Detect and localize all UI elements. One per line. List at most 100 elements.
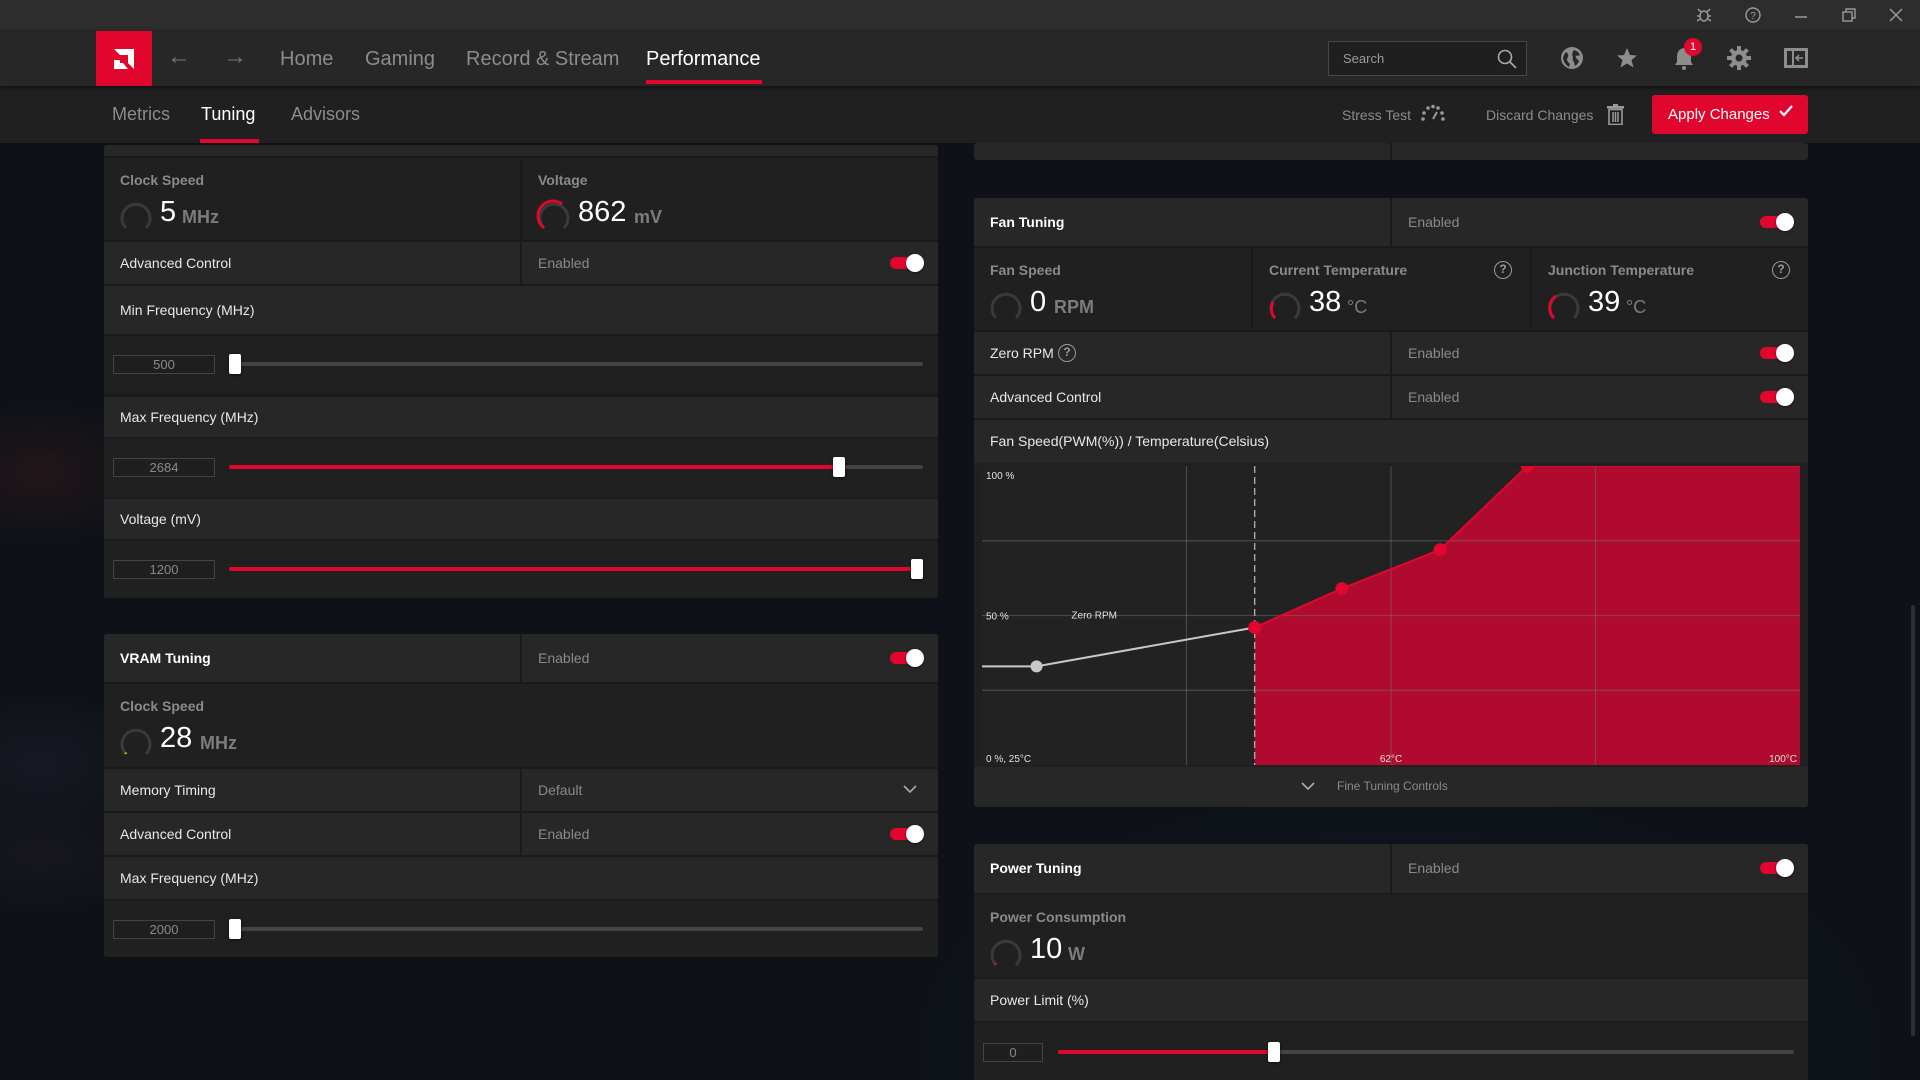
slider-thumb[interactable]: [229, 919, 241, 939]
fan-advanced-control-label: Advanced Control: [990, 389, 1102, 405]
power-title-cell: Power Tuning: [974, 844, 1390, 893]
voltage-mv-input[interactable]: 1200: [113, 560, 215, 579]
restore-icon[interactable]: [1838, 4, 1860, 26]
slider-thumb[interactable]: [229, 354, 241, 374]
current-temperature-help-icon[interactable]: ?: [1494, 261, 1512, 279]
power-limit-label-row: Power Limit (%): [974, 979, 1808, 1021]
fan-curve-point-1[interactable]: [1248, 620, 1262, 634]
fan-metrics-row: Fan Speed 0 RPM Current Temperature ? 38…: [974, 248, 1808, 330]
vram-advanced-control-state: Enabled: [538, 826, 590, 842]
stress-test-gauge-icon[interactable]: [1420, 104, 1446, 127]
vram-clock-speed-unit: MHz: [200, 733, 237, 753]
slider-thumb[interactable]: [832, 457, 845, 477]
trash-icon[interactable]: [1607, 104, 1624, 130]
vram-max-frequency-slider[interactable]: [229, 919, 923, 939]
vram-max-frequency-input[interactable]: 2000: [113, 920, 215, 939]
nav-gaming[interactable]: Gaming: [365, 44, 435, 74]
minimize-icon[interactable]: [1790, 4, 1812, 26]
junction-temperature-help-icon[interactable]: ?: [1772, 261, 1790, 279]
globe-icon[interactable]: [1558, 44, 1586, 72]
max-frequency-slider[interactable]: [229, 457, 923, 477]
min-frequency-input[interactable]: 500: [113, 355, 215, 374]
fine-tuning-controls-toggle[interactable]: Fine Tuning Controls: [974, 767, 1808, 807]
memory-timing-dropdown[interactable]: Default: [522, 769, 938, 811]
nav-record-stream[interactable]: Record & Stream: [466, 44, 619, 74]
fan-advanced-control-toggle[interactable]: [1760, 388, 1794, 406]
vram-tuning-toggle[interactable]: [890, 649, 924, 667]
amd-logo[interactable]: [96, 31, 152, 86]
current-temperature-value: 38: [1309, 286, 1342, 318]
voltage-slider-row: 1200: [104, 541, 938, 598]
search-input[interactable]: Search: [1328, 41, 1527, 76]
tab-metrics[interactable]: Metrics: [112, 104, 170, 125]
power-limit-slider[interactable]: [1058, 1042, 1794, 1062]
sidebar-toggle-icon[interactable]: [1782, 44, 1810, 72]
zero-rpm-help-icon[interactable]: ?: [1058, 344, 1076, 362]
gpu-advanced-control-toggle[interactable]: [890, 254, 924, 272]
gpu-advanced-control-state: Enabled: [538, 255, 590, 271]
voltage-mv-slider[interactable]: [229, 559, 923, 579]
fan-curve-chart[interactable]: 100 % 50 % 0 %, 25°C 62°C 100°C Zero RPM: [982, 466, 1800, 765]
min-frequency-slider[interactable]: [229, 354, 923, 374]
discard-changes-button[interactable]: Discard Changes: [1486, 107, 1593, 123]
checkmark-icon: [1778, 104, 1794, 123]
junction-temperature-unit: °C: [1626, 297, 1647, 317]
max-frequency-slider-row: 2684: [104, 439, 938, 497]
favorites-star-icon[interactable]: [1613, 44, 1641, 72]
vram-adv-value-cell: Enabled: [522, 813, 938, 855]
current-temperature-label: Current Temperature: [1269, 262, 1408, 278]
nav-home[interactable]: Home: [280, 44, 333, 74]
min-frequency-label-row: Min Frequency (MHz): [104, 286, 938, 334]
junction-temperature-label: Junction Temperature: [1548, 262, 1694, 278]
nav-performance[interactable]: Performance: [646, 44, 761, 74]
help-icon[interactable]: ?: [1742, 4, 1764, 26]
zero-rpm-toggle[interactable]: [1760, 344, 1794, 362]
voltage-label-row: Voltage (mV): [104, 499, 938, 539]
power-tuning-toggle[interactable]: [1760, 859, 1794, 877]
gpu-clock-speed-value: 5: [160, 196, 177, 228]
fan-curve-point-2[interactable]: [1335, 582, 1349, 596]
current-temperature-unit: °C: [1347, 297, 1368, 317]
fan-curve-point-3[interactable]: [1433, 543, 1447, 557]
junction-temperature-card: Junction Temperature ? 39 °C: [1532, 248, 1808, 330]
slider-thumb[interactable]: [1267, 1042, 1280, 1062]
forward-arrow-icon[interactable]: →: [222, 44, 248, 70]
vram-max-frequency-slider-row: 2000: [104, 901, 938, 957]
fan-chart-row: 100 % 50 % 0 %, 25°C 62°C 100°C Zero RPM: [974, 463, 1808, 767]
toggle-knob: [906, 825, 924, 843]
power-limit-input[interactable]: 0: [983, 1043, 1043, 1062]
fan-speed-value: 0: [1030, 286, 1047, 318]
back-arrow-icon[interactable]: ←: [166, 44, 192, 70]
fan-header-row: Fan Tuning Enabled: [974, 198, 1808, 246]
junction-temperature-gauge: [1548, 292, 1580, 320]
vram-tuning-panel: VRAM Tuning Enabled Clock Speed 28 MHz M…: [104, 634, 938, 957]
tab-advisors[interactable]: Advisors: [291, 104, 360, 125]
toggle-knob: [1776, 388, 1794, 406]
stress-test-button[interactable]: Stress Test: [1342, 107, 1411, 123]
settings-gear-icon[interactable]: [1725, 44, 1753, 72]
clock-speed-gauge: [120, 202, 152, 230]
tab-active-indicator: [200, 139, 259, 143]
fan-speed-gauge: [990, 292, 1022, 320]
fan-adv-value-cell: Enabled: [1392, 376, 1808, 418]
slider-thumb[interactable]: [911, 559, 923, 579]
fan-curve-point-zero-rpm[interactable]: [1030, 660, 1043, 673]
power-limit-label: Power Limit (%): [990, 992, 1089, 1008]
vram-clock-row: Clock Speed 28 MHz: [104, 684, 938, 767]
power-consumption-label: Power Consumption: [990, 909, 1127, 925]
vram-advanced-control-toggle[interactable]: [890, 825, 924, 843]
bug-report-icon[interactable]: [1693, 4, 1715, 26]
gpu-clock-speed-label: Clock Speed: [120, 172, 205, 188]
vram-state-cell: Enabled: [522, 634, 938, 682]
gpu-voltage-card: Voltage 862 mV: [522, 158, 938, 240]
page-scrollbar[interactable]: [1911, 605, 1915, 1036]
gpu-advanced-control-label: Advanced Control: [120, 255, 232, 271]
fan-advanced-control-state: Enabled: [1408, 389, 1460, 405]
tab-tuning[interactable]: Tuning: [201, 104, 255, 125]
search-icon[interactable]: [1496, 48, 1518, 70]
fan-tuning-toggle[interactable]: [1760, 213, 1794, 231]
max-frequency-input[interactable]: 2684: [113, 458, 215, 477]
apply-changes-button[interactable]: Apply Changes: [1652, 95, 1808, 134]
close-icon[interactable]: [1885, 4, 1907, 26]
vram-tuning-title: VRAM Tuning: [120, 650, 211, 666]
